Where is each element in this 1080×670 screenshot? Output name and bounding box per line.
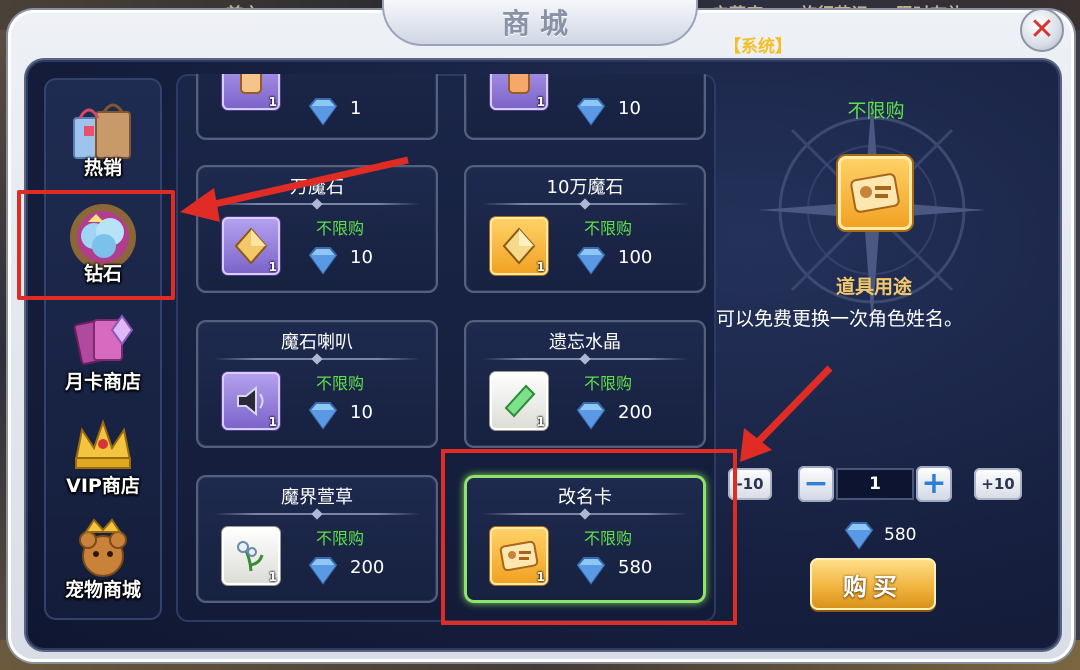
item-price: 200 bbox=[350, 557, 385, 578]
item-price: 100 bbox=[618, 247, 653, 268]
item-card[interactable]: 遗忘水晶 不限购 1 200 bbox=[464, 320, 706, 448]
item-icon: 1 bbox=[490, 217, 548, 275]
item-name: 魔界萱草 bbox=[281, 487, 353, 508]
plus-10-button[interactable]: +10 bbox=[974, 468, 1022, 500]
item-quantity: 1 bbox=[268, 570, 277, 584]
item-icon: 1 bbox=[490, 74, 548, 110]
total-price: 580 bbox=[884, 525, 917, 545]
magic-stone-icon bbox=[234, 227, 268, 265]
sidebar-item-label: 月卡商店 bbox=[64, 371, 141, 393]
magic-stone-icon bbox=[502, 227, 536, 265]
item-price: 10 bbox=[618, 98, 641, 119]
sidebar-item-hot[interactable]: 热销 bbox=[44, 86, 162, 190]
divider-ornament bbox=[579, 198, 591, 210]
divider-ornament bbox=[579, 353, 591, 365]
blue-gem-icon bbox=[308, 557, 338, 585]
blue-gem-icon bbox=[308, 402, 338, 430]
blue-gem-icon bbox=[844, 522, 874, 550]
item-quantity: 1 bbox=[536, 415, 545, 429]
close-icon: ✕ bbox=[1029, 12, 1055, 47]
close-button[interactable]: ✕ bbox=[1020, 8, 1064, 52]
item-quantity: 1 bbox=[268, 415, 277, 429]
system-label: 【系统】 bbox=[724, 37, 792, 57]
sidebar-item-vip[interactable]: VIP商店 bbox=[44, 404, 162, 508]
item-price: 200 bbox=[618, 402, 653, 423]
quantity-field[interactable]: 1 bbox=[836, 468, 914, 500]
minus-icon: − bbox=[803, 466, 829, 501]
item-name: 万魔石 bbox=[290, 177, 344, 198]
sidebar-item-monthly-card[interactable]: 月卡商店 bbox=[44, 300, 162, 404]
item-card[interactable]: 万魔石 不限购 1 10 bbox=[196, 165, 438, 293]
category-sidebar: 热销 钻石 月卡商店 VIP商店 宠物商城 bbox=[44, 78, 162, 620]
item-quantity: 1 bbox=[268, 95, 277, 109]
blue-gem-icon bbox=[576, 247, 606, 275]
title-plate: 商城 bbox=[382, 0, 698, 46]
item-icon: 1 bbox=[222, 74, 280, 110]
item-name: 魔石喇叭 bbox=[281, 332, 353, 353]
plus-icon: + bbox=[921, 466, 947, 501]
item-description: 可以免费更换一次角色姓名。 bbox=[716, 308, 964, 330]
blue-gem-icon bbox=[308, 247, 338, 275]
purchase-limit: 不限购 bbox=[315, 374, 364, 393]
sidebar-item-pet-shop[interactable]: 宠物商城 bbox=[44, 508, 162, 612]
window-title: 商城 bbox=[501, 7, 578, 40]
purchase-limit: 不限购 bbox=[583, 219, 632, 238]
speaker-icon bbox=[237, 385, 264, 417]
decrease-button[interactable]: − bbox=[798, 466, 834, 502]
item-card[interactable]: 1 10 bbox=[464, 74, 706, 140]
green-crystal-icon bbox=[504, 384, 536, 418]
divider-ornament bbox=[311, 198, 323, 210]
blue-gem-icon bbox=[576, 402, 606, 430]
item-price: 1 bbox=[350, 98, 362, 119]
ticket-icon bbox=[508, 74, 530, 94]
item-name: 遗忘水晶 bbox=[549, 332, 621, 353]
item-icon: 1 bbox=[222, 527, 280, 585]
plant-icon bbox=[237, 541, 264, 572]
item-card[interactable]: 魔石喇叭 不限购 1 10 bbox=[196, 320, 438, 448]
divider-ornament bbox=[311, 353, 323, 365]
item-price: 10 bbox=[350, 247, 373, 268]
blue-gem-icon bbox=[308, 98, 338, 126]
item-quantity: 1 bbox=[536, 260, 545, 274]
item-use-title: 道具用途 bbox=[835, 276, 912, 298]
item-card[interactable]: 10万魔石 不限购 1 100 bbox=[464, 165, 706, 293]
detail-purchase-limit: 不限购 bbox=[847, 100, 905, 122]
purchase-limit: 不限购 bbox=[315, 529, 364, 548]
purchase-limit: 不限购 bbox=[315, 219, 364, 238]
item-quantity: 1 bbox=[268, 260, 277, 274]
item-icon: 1 bbox=[490, 372, 548, 430]
item-quantity: 1 bbox=[536, 95, 545, 109]
sidebar-item-label: 钻石 bbox=[83, 263, 122, 285]
ticket-icon bbox=[240, 74, 262, 94]
sidebar-item-label: 宠物商城 bbox=[64, 579, 141, 601]
item-icon: 1 bbox=[222, 217, 280, 275]
buy-button[interactable]: 购买 bbox=[810, 558, 936, 610]
sidebar-item-label: VIP商店 bbox=[66, 475, 140, 497]
item-card[interactable]: 魔界萱草 不限购 1 200 bbox=[196, 475, 438, 603]
id-card-icon bbox=[850, 173, 900, 213]
increase-button[interactable]: + bbox=[916, 466, 952, 502]
item-icon: 1 bbox=[222, 372, 280, 430]
purchase-limit: 不限购 bbox=[583, 374, 632, 393]
selected-item-highlight bbox=[441, 449, 737, 625]
item-card[interactable]: 1 1 bbox=[196, 74, 438, 140]
item-name: 10万魔石 bbox=[546, 177, 624, 198]
detail-item-icon bbox=[838, 156, 912, 230]
item-price: 10 bbox=[350, 402, 373, 423]
sidebar-item-label: 热销 bbox=[83, 157, 122, 179]
blue-gem-icon bbox=[576, 98, 606, 126]
divider-ornament bbox=[311, 508, 323, 520]
